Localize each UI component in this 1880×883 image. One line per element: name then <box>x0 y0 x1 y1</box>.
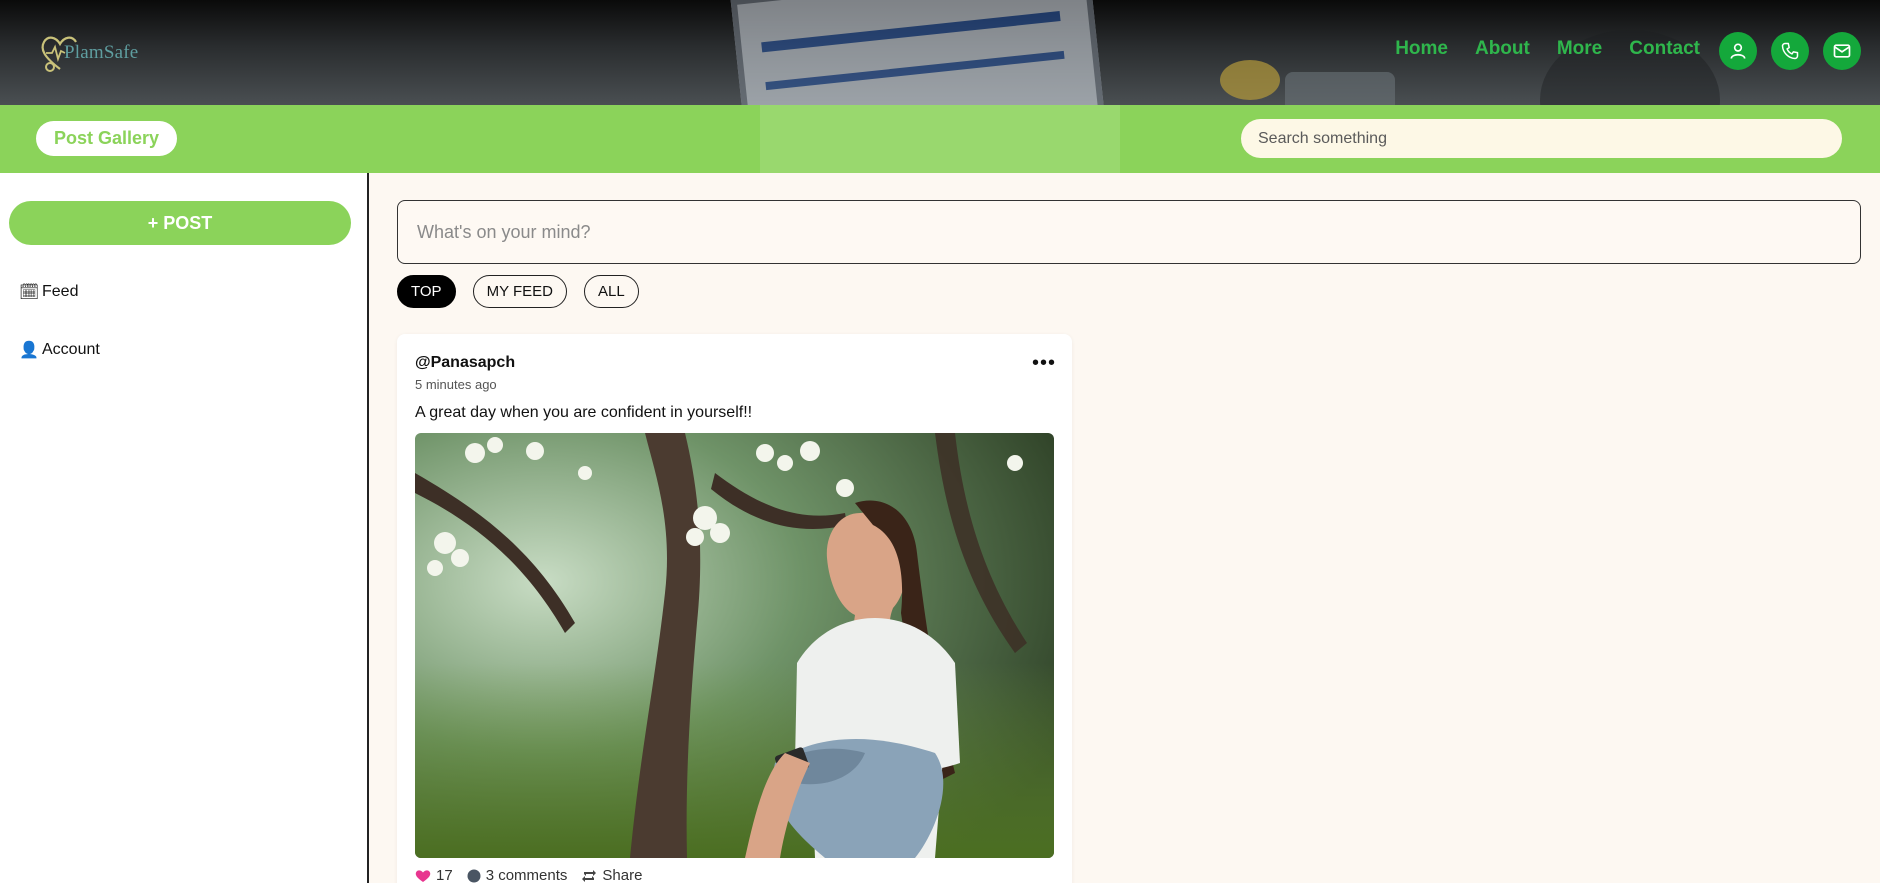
new-post-button[interactable]: + POST <box>9 201 351 245</box>
heart-icon <box>415 869 431 882</box>
post-image[interactable] <box>415 433 1054 858</box>
like-count: 17 <box>436 867 453 883</box>
post-gallery-title[interactable]: Post Gallery <box>36 121 178 156</box>
nav-home-link[interactable]: Home <box>1395 38 1448 60</box>
gallery-bar: Post Gallery <box>0 105 1880 173</box>
header-background-plant <box>1220 60 1280 100</box>
bar-background-overlay <box>760 105 1120 173</box>
profile-button[interactable] <box>1719 32 1757 70</box>
user-icon <box>1730 43 1746 59</box>
nav-about-link[interactable]: About <box>1475 38 1530 60</box>
post-author[interactable]: @Panasapch <box>415 354 515 372</box>
brand-name: PlamSafe <box>64 42 139 63</box>
post-timestamp: 5 minutes ago <box>415 377 497 392</box>
tab-top[interactable]: TOP <box>397 275 456 308</box>
post-card: @Panasapch 5 minutes ago ••• A great day… <box>397 334 1072 883</box>
sidebar-item-feed[interactable]: 🗓 Feed <box>19 282 78 302</box>
nav-more-link[interactable]: More <box>1557 38 1602 60</box>
like-button[interactable]: 17 <box>415 867 453 883</box>
tab-my-feed[interactable]: MY FEED <box>472 275 567 308</box>
account-icon: 👤 <box>19 342 39 359</box>
woman-in-blossoming-garden-photo <box>415 433 1054 858</box>
sidebar-item-label: Feed <box>42 283 79 300</box>
phone-icon <box>1781 42 1799 60</box>
header-background-pen-holder <box>1285 72 1395 105</box>
sidebar-item-account[interactable]: 👤 Account <box>19 340 100 360</box>
search-input[interactable] <box>1241 119 1842 158</box>
call-button[interactable] <box>1771 32 1809 70</box>
email-button[interactable] <box>1823 32 1861 70</box>
repost-icon <box>582 869 597 882</box>
comments-button[interactable]: 3 comments <box>467 867 568 883</box>
share-label: Share <box>602 867 643 883</box>
comment-count: 3 comments <box>485 867 568 883</box>
feed-area: TOP MY FEED ALL @Panasapch 5 minutes ago… <box>371 173 1880 883</box>
post-caption: A great day when you are confident in yo… <box>415 404 753 421</box>
header-background-document <box>730 0 1110 105</box>
feed-tabs: TOP MY FEED ALL <box>397 275 639 308</box>
share-button[interactable]: Share <box>581 867 642 883</box>
post-composer-input[interactable] <box>397 200 1861 264</box>
sidebar-item-label: Account <box>42 341 100 358</box>
mail-icon <box>1833 44 1851 58</box>
post-actions: 17 3 comments Share <box>415 867 642 883</box>
brand-logo[interactable]: PlamSafe <box>38 30 138 76</box>
tab-all[interactable]: ALL <box>583 275 639 308</box>
site-header: PlamSafe Home About More Contact <box>0 0 1880 105</box>
nav-contact-link[interactable]: Contact <box>1629 38 1700 60</box>
calendar-icon: 🗓 <box>19 284 40 301</box>
more-options-icon[interactable]: ••• <box>1032 353 1056 373</box>
main-nav: Home About More Contact <box>1395 38 1700 60</box>
left-sidebar: + POST 🗓 Feed 👤 Account <box>0 173 369 883</box>
comment-icon <box>467 869 481 882</box>
